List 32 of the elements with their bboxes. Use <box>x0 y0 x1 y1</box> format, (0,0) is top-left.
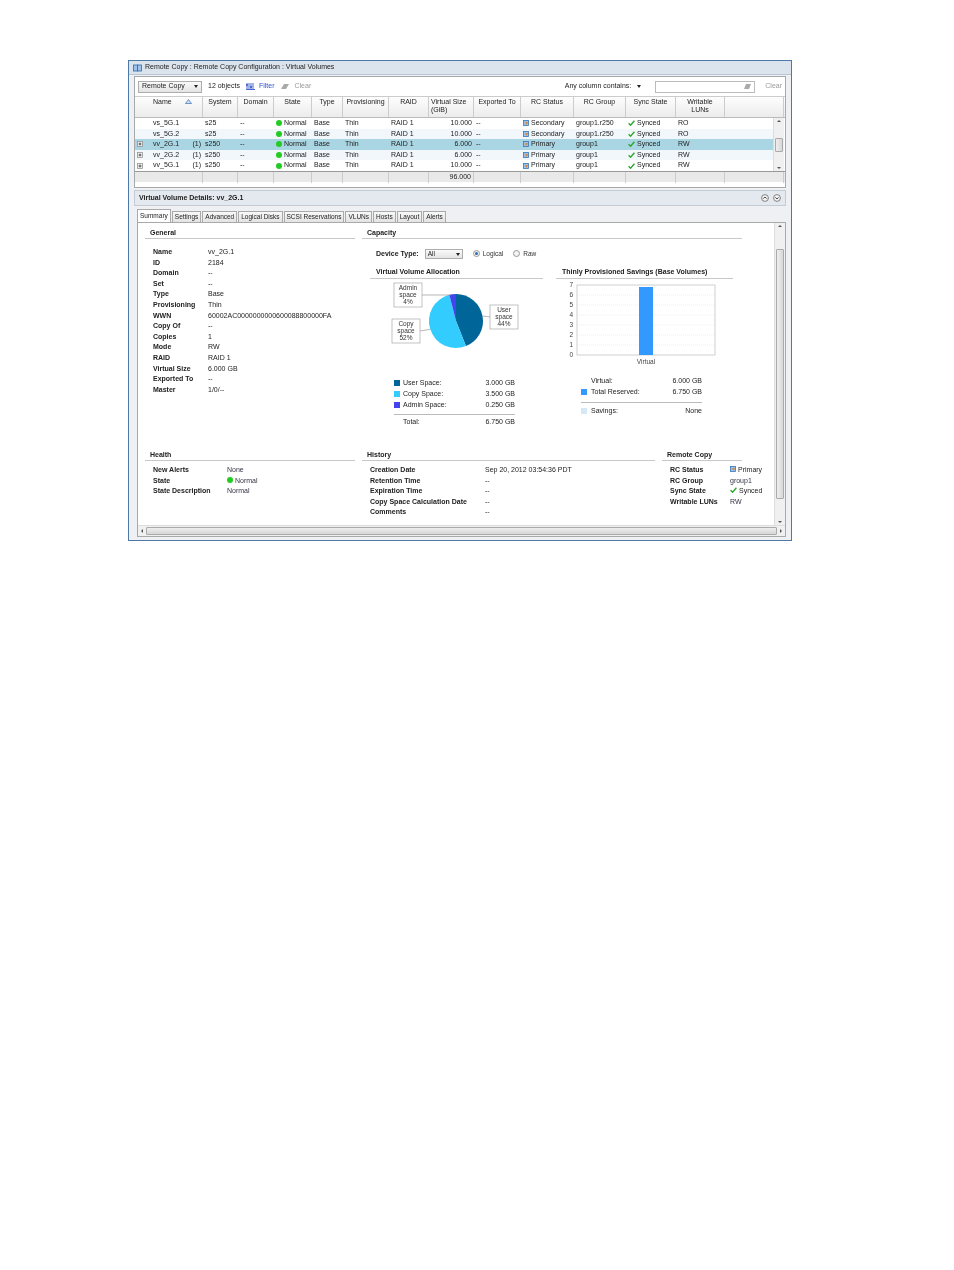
status-dot-icon <box>276 141 282 148</box>
sort-ascending-icon <box>184 99 192 104</box>
volume-icon <box>523 130 529 137</box>
expand-plus-icon[interactable] <box>137 152 143 159</box>
volume-icon <box>523 120 529 127</box>
eraser-icon <box>280 83 291 90</box>
expand-icon[interactable] <box>773 194 781 202</box>
collapse-icon[interactable] <box>761 194 769 202</box>
leader-line <box>482 316 491 318</box>
volume-icon <box>523 141 529 148</box>
volume-icon <box>523 152 529 159</box>
filter-icon <box>245 82 255 91</box>
vertical-scrollbar[interactable] <box>774 223 785 525</box>
eraser-icon <box>743 83 753 90</box>
status-dot-icon <box>276 162 282 169</box>
status-dot-icon <box>276 130 282 137</box>
check-icon <box>730 487 737 494</box>
status-dot-icon <box>276 120 282 127</box>
status-dot-icon <box>276 152 282 159</box>
search-field[interactable] <box>655 80 756 93</box>
leader-line <box>419 329 431 332</box>
volumes-icon <box>133 63 142 72</box>
vertical-scrollbar[interactable] <box>773 118 784 171</box>
volume-icon <box>523 162 529 169</box>
bar <box>639 287 653 356</box>
expand-plus-icon[interactable] <box>137 162 143 169</box>
horizontal-scrollbar[interactable] <box>138 525 785 536</box>
dropdown-caret-icon[interactable] <box>637 85 642 88</box>
leader-line <box>421 295 452 296</box>
expand-plus-icon[interactable] <box>137 141 143 148</box>
volume-icon <box>730 466 736 472</box>
status-dot-icon <box>227 476 233 483</box>
